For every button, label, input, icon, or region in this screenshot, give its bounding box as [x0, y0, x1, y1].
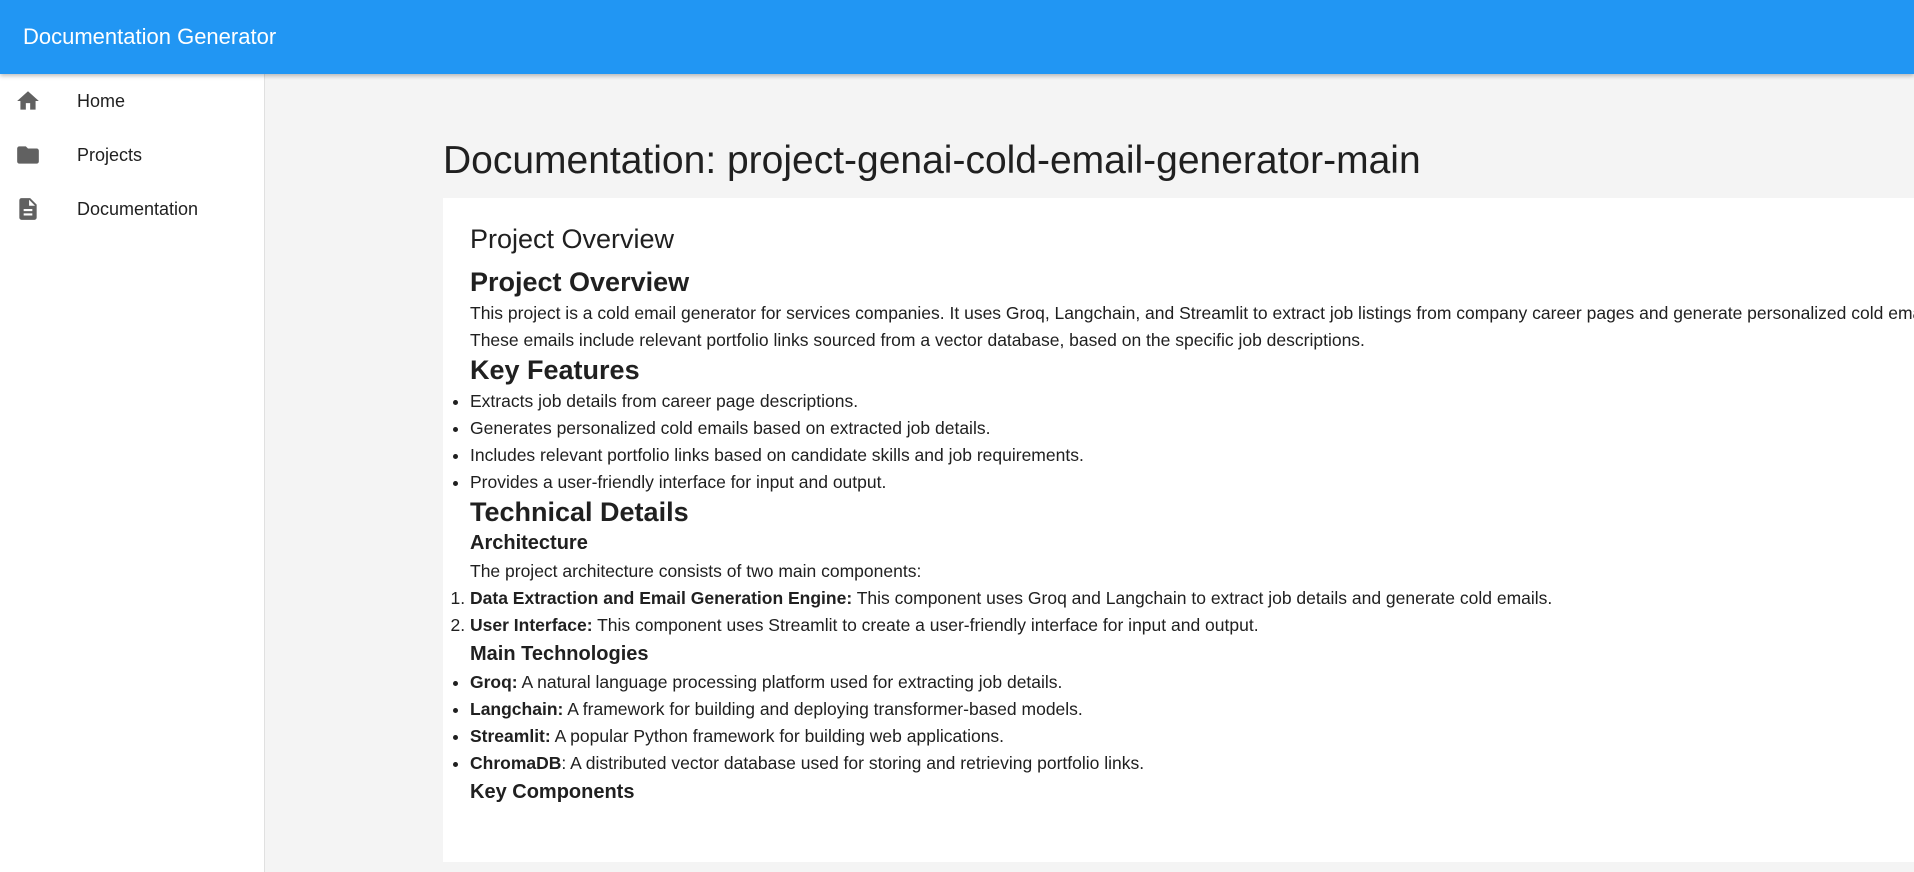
architecture-intro: The project architecture consists of two… [470, 561, 922, 581]
technology-description: A natural language processing platform u… [517, 672, 1063, 692]
technology-description: A framework for building and deploying t… [563, 699, 1083, 719]
home-icon [15, 88, 41, 114]
features-heading: Key Features [470, 355, 640, 385]
sidebar-item-projects[interactable]: Projects [0, 128, 264, 182]
list-item: Data Extraction and Email Generation Eng… [470, 585, 1914, 612]
sidebar: Home Projects Documentation [0, 74, 265, 872]
key-components-heading: Key Components [470, 781, 635, 803]
section-heading: Project Overview [470, 224, 675, 254]
technology-name: Langchain: [470, 699, 564, 719]
list-item: Groq: A natural language processing plat… [470, 669, 1914, 696]
components-list: Data Extraction and Email Generation Eng… [470, 585, 1914, 639]
sidebar-item-documentation[interactable]: Documentation [0, 182, 264, 236]
technologies-heading: Main Technologies [470, 643, 649, 665]
app-title: Documentation Generator [23, 24, 277, 49]
technology-name: Groq: [470, 672, 518, 692]
list-item: Extracts job details from career page de… [470, 388, 1914, 415]
documentation-content: Project Overview Project Overview This p… [470, 222, 1914, 807]
component-description: This component uses Groq and Langchain t… [852, 588, 1553, 608]
documentation-panel[interactable]: Project Overview Project Overview This p… [443, 198, 1914, 862]
list-item: ChromaDB: A distributed vector database … [470, 750, 1914, 777]
list-item: Provides a user-friendly interface for i… [470, 469, 1914, 496]
list-item: Langchain: A framework for building and … [470, 696, 1914, 723]
folder-icon [15, 142, 41, 168]
list-item: Includes relevant portfolio links based … [470, 442, 1914, 469]
sidebar-item-label: Home [77, 91, 126, 111]
technologies-list: Groq: A natural language processing plat… [470, 669, 1914, 777]
sidebar-item-label: Documentation [77, 199, 199, 219]
app-header: Documentation Generator [0, 0, 1914, 74]
list-item: Generates personalized cold emails based… [470, 415, 1914, 442]
page-title: Documentation: project-genai-cold-email-… [443, 139, 1421, 182]
technology-name: ChromaDB [470, 753, 562, 773]
technology-description: : A distributed vector database used for… [561, 753, 1145, 773]
features-list: Extracts job details from career page de… [470, 388, 1914, 496]
overview-text: This project is a cold email generator f… [470, 303, 1914, 350]
main-content: Documentation: project-genai-cold-email-… [266, 74, 1914, 872]
overview-heading: Project Overview [470, 267, 690, 297]
technical-details-heading: Technical Details [470, 497, 689, 527]
sidebar-item-home[interactable]: Home [0, 74, 264, 128]
technology-description: A popular Python framework for building … [550, 726, 1005, 746]
sidebar-item-label: Projects [77, 145, 143, 165]
list-item: User Interface: This component uses Stre… [470, 612, 1914, 639]
document-icon [15, 196, 41, 222]
component-description: This component uses Streamlit to create … [592, 615, 1259, 635]
list-item: Streamlit: A popular Python framework fo… [470, 723, 1914, 750]
architecture-heading: Architecture [470, 532, 588, 554]
component-name: User Interface: [470, 615, 593, 635]
technology-name: Streamlit: [470, 726, 551, 746]
component-name: Data Extraction and Email Generation Eng… [470, 588, 853, 608]
